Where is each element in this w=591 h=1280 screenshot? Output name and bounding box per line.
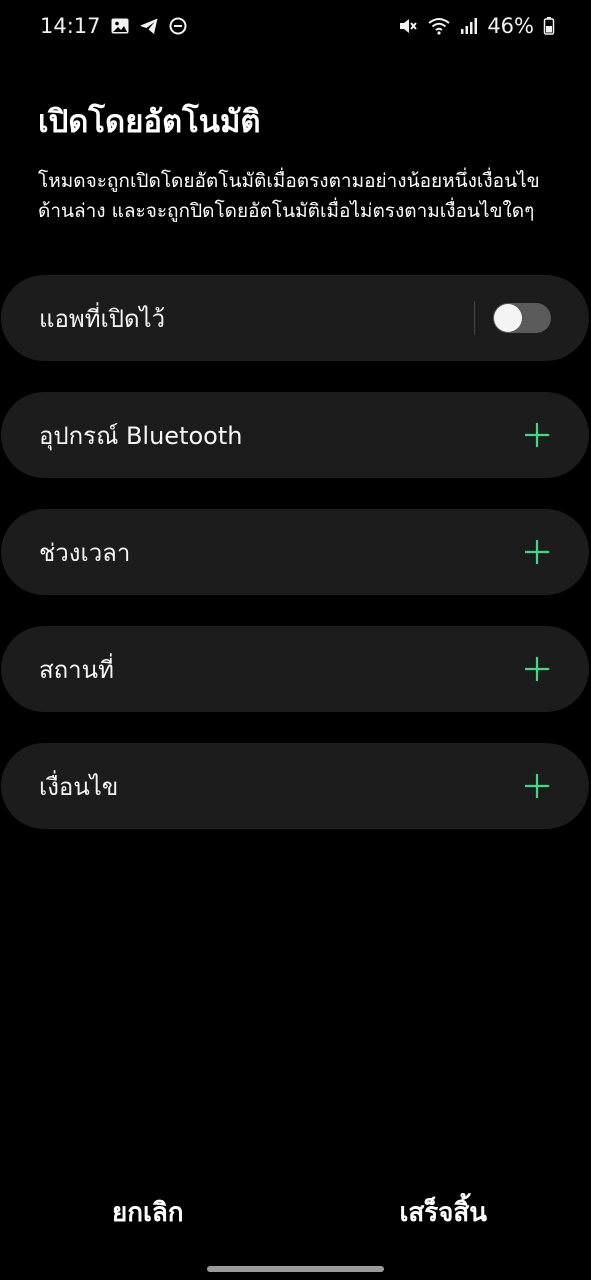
add-location-plus-icon[interactable] <box>523 655 551 683</box>
status-bar: 14:17 46% <box>0 0 591 52</box>
open-apps-label: แอพที่เปิดไว้ <box>39 304 166 333</box>
location-card[interactable]: สถานที่ <box>1 626 589 712</box>
condition-card[interactable]: เงื่อนไข <box>1 743 589 829</box>
signal-icon <box>460 16 478 36</box>
telegram-icon <box>139 16 159 36</box>
add-time-plus-icon[interactable] <box>523 538 551 566</box>
bluetooth-label: อุปกรณ์ Bluetooth <box>39 421 243 450</box>
status-time: 14:17 <box>40 14 101 38</box>
bluetooth-card[interactable]: อุปกรณ์ Bluetooth <box>1 392 589 478</box>
battery-icon <box>543 16 555 36</box>
open-apps-controls <box>474 301 551 335</box>
page-description: โหมดจะถูกเปิดโดยอัตโนมัติเมื่อตรงตามอย่า… <box>38 170 540 222</box>
add-bluetooth-plus-icon[interactable] <box>523 421 551 449</box>
dnd-icon <box>168 16 188 36</box>
condition-label: เงื่อนไข <box>39 772 119 801</box>
wifi-icon <box>427 16 451 36</box>
time-period-label: ช่วงเวลา <box>39 538 131 567</box>
divider <box>474 301 475 335</box>
mute-icon <box>398 16 418 36</box>
page-title: เปิดโดยอัตโนมัติ <box>38 104 261 140</box>
done-button[interactable]: เสร็จสิ้น <box>296 1192 591 1233</box>
bottom-bar: ยกเลิก เสร็จสิ้น <box>0 1180 591 1244</box>
screen: 14:17 46% เปิดโดยอัตโนมัติ โหมดจะถูกเปิด… <box>0 0 591 1280</box>
battery-percent: 46% <box>487 14 534 38</box>
home-indicator[interactable] <box>207 1266 384 1272</box>
time-period-card[interactable]: ช่วงเวลา <box>1 509 589 595</box>
status-right: 46% <box>398 14 555 38</box>
location-label: สถานที่ <box>39 655 114 684</box>
toggle-knob <box>494 304 522 332</box>
add-condition-plus-icon[interactable] <box>523 772 551 800</box>
open-apps-card[interactable]: แอพที่เปิดไว้ <box>1 275 589 361</box>
open-apps-toggle[interactable] <box>493 303 551 333</box>
gallery-icon <box>110 16 130 36</box>
cancel-button[interactable]: ยกเลิก <box>0 1192 296 1233</box>
status-left: 14:17 <box>40 14 188 38</box>
